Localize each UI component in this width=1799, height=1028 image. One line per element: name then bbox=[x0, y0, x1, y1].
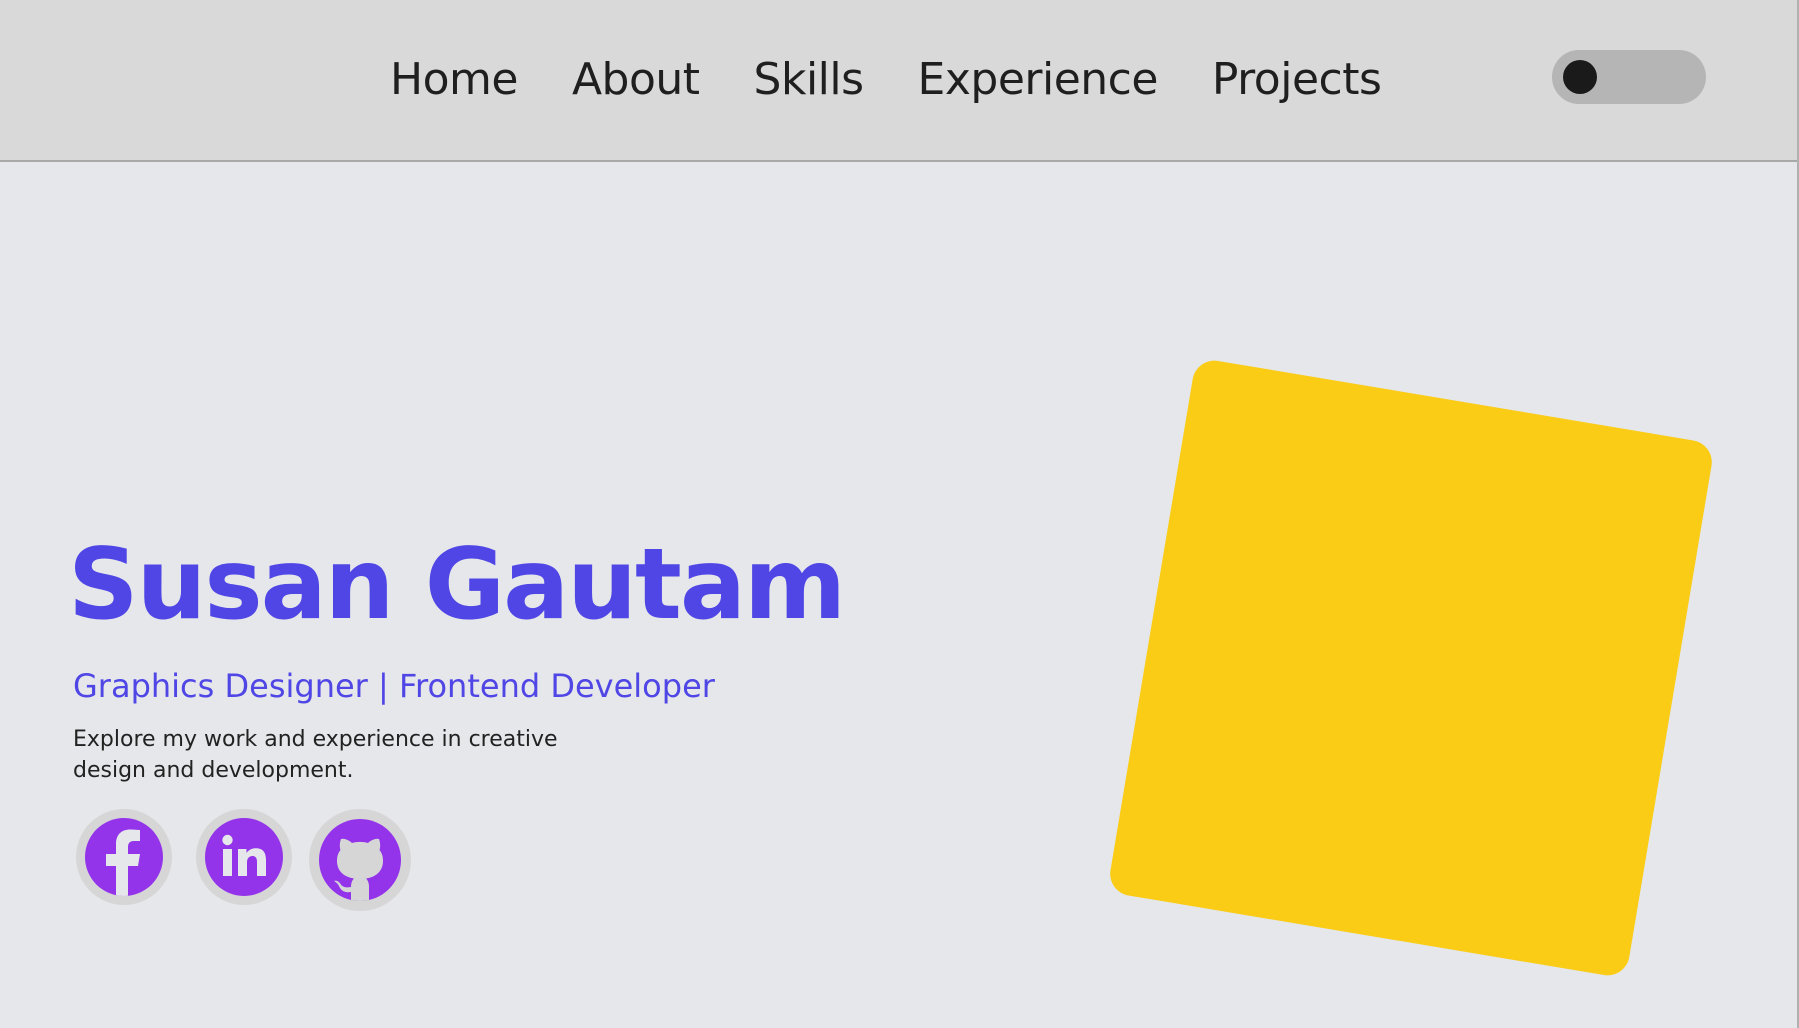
toggle-knob bbox=[1563, 60, 1597, 94]
nav-item-home[interactable]: Home bbox=[390, 50, 518, 110]
nav-item-projects[interactable]: Projects bbox=[1212, 50, 1382, 110]
hero-role: Graphics Designer | Frontend Developer bbox=[73, 667, 715, 705]
nav-item-skills[interactable]: Skills bbox=[754, 50, 865, 110]
linkedin-icon bbox=[205, 818, 283, 896]
main-nav: Home About Skills Experience Projects bbox=[390, 50, 1435, 110]
facebook-link[interactable] bbox=[76, 809, 172, 905]
hero-name: Susan Gautam bbox=[68, 528, 846, 642]
github-link[interactable] bbox=[309, 809, 411, 911]
nav-item-experience[interactable]: Experience bbox=[918, 50, 1159, 110]
github-icon bbox=[319, 819, 401, 901]
social-links bbox=[76, 809, 436, 911]
top-header: Home About Skills Experience Projects bbox=[0, 0, 1799, 162]
page: Home About Skills Experience Projects Su… bbox=[0, 0, 1799, 1028]
hero-description: Explore my work and experience in creati… bbox=[73, 727, 558, 783]
profile-image-card bbox=[1106, 357, 1716, 979]
linkedin-link[interactable] bbox=[196, 809, 292, 905]
nav-item-about[interactable]: About bbox=[572, 50, 700, 110]
facebook-icon bbox=[85, 818, 163, 896]
theme-toggle[interactable] bbox=[1552, 50, 1706, 104]
